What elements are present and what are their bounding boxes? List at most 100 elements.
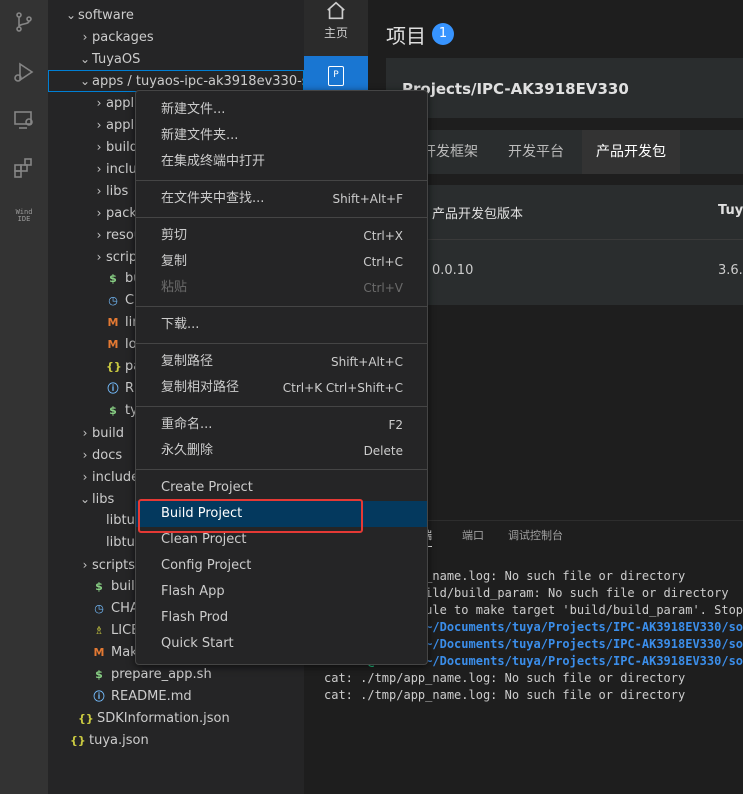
- menu-item[interactable]: 下载...: [136, 312, 427, 338]
- shell-icon: $: [95, 668, 103, 681]
- menu-item[interactable]: Flash App: [136, 579, 427, 605]
- chevron-right-icon[interactable]: ›: [78, 422, 92, 444]
- chevron-right-icon[interactable]: ›: [92, 136, 106, 158]
- chevron-down-icon[interactable]: ⌄: [64, 4, 78, 26]
- makefile-icon: M: [107, 338, 119, 351]
- menu-item[interactable]: Create Project: [136, 475, 427, 501]
- explorer-item[interactable]: ⌄ TuyaOS: [48, 48, 304, 70]
- shell-icon: $: [95, 580, 103, 593]
- chevron-right-icon[interactable]: ›: [92, 114, 106, 136]
- menu-item: 粘贴 Ctrl+V: [136, 275, 427, 301]
- tab-framework[interactable]: 开发框架: [422, 130, 478, 174]
- table-cell-version: 0.0.10: [432, 263, 474, 278]
- menu-item-label: 复制: [161, 254, 188, 269]
- chevron-down-icon[interactable]: ⌄: [78, 70, 92, 92]
- menu-item[interactable]: 剪切 Ctrl+X: [136, 223, 427, 249]
- menu-separator: [136, 306, 427, 307]
- menu-item-label: 复制相对路径: [161, 380, 240, 395]
- chevron-down-icon[interactable]: ⌄: [78, 488, 92, 510]
- project-count-badge: 1: [432, 23, 454, 45]
- terminal-line: cat: ./tmp/app_name.log: No such file or…: [324, 671, 686, 685]
- explorer-item-label: docs: [92, 448, 123, 463]
- chevron-right-icon[interactable]: ›: [92, 224, 106, 246]
- explorer-item[interactable]: {} tuya.json: [48, 730, 304, 752]
- explorer-item-label: README.md: [111, 689, 192, 704]
- tab-product-package[interactable]: 产品开发包: [582, 130, 680, 174]
- explorer-item[interactable]: ⌄ software: [48, 4, 304, 26]
- menu-separator: [136, 469, 427, 470]
- chevron-down-icon[interactable]: ⌄: [78, 48, 92, 70]
- menu-item[interactable]: 永久删除 Delete: [136, 438, 427, 464]
- extensions-icon[interactable]: [10, 154, 38, 182]
- menu-item-label: Quick Start: [161, 636, 234, 651]
- terminal-line: cat: ./tmp/app_name.log: No such file or…: [324, 688, 686, 702]
- menu-item[interactable]: 新建文件夹...: [136, 123, 427, 149]
- project-path: Projects/IPC-AK3918EV330: [402, 80, 629, 98]
- menu-item-shortcut: Ctrl+K Ctrl+Shift+C: [282, 381, 403, 395]
- explorer-item-label: packages: [92, 30, 154, 45]
- table-header-version: 产品开发包版本: [432, 207, 524, 222]
- menu-item[interactable]: 重命名... F2: [136, 412, 427, 438]
- menu-item[interactable]: 在文件夹中查找... Shift+Alt+F: [136, 186, 427, 212]
- run-debug-icon[interactable]: [10, 58, 38, 86]
- chevron-right-icon[interactable]: ›: [78, 26, 92, 48]
- explorer-item-label: scripts: [92, 558, 135, 573]
- json-icon: {}: [78, 712, 94, 725]
- chevron-right-icon[interactable]: ›: [78, 444, 92, 466]
- explorer-item-label: TuyaOS: [92, 52, 141, 67]
- terminal-path: :~/Documents/tuya/Projects/IPC-AK3918EV3…: [417, 637, 743, 651]
- menu-item[interactable]: Flash Prod: [136, 605, 427, 631]
- table-header-tuya: Tuya: [718, 203, 743, 218]
- menu-item[interactable]: 复制路径 Shift+Alt+C: [136, 349, 427, 375]
- menu-item-label: 剪切: [161, 228, 188, 243]
- explorer-item-label: software: [78, 8, 134, 23]
- home-button[interactable]: 主页: [304, 0, 368, 48]
- tab-platform[interactable]: 开发平台: [508, 130, 564, 174]
- explorer-item-label: appli: [106, 96, 138, 111]
- menu-item[interactable]: 复制相对路径 Ctrl+K Ctrl+Shift+C: [136, 375, 427, 401]
- activity-bar: Wind IDE: [0, 0, 48, 794]
- chevron-right-icon[interactable]: ›: [92, 158, 106, 180]
- chevron-right-icon[interactable]: ›: [92, 246, 106, 268]
- source-control-icon[interactable]: [10, 8, 38, 36]
- chevron-right-icon[interactable]: ›: [92, 180, 106, 202]
- explorer-item-label: prepare_app.sh: [111, 667, 212, 682]
- explorer-item[interactable]: › packages: [48, 26, 304, 48]
- explorer-item-label: apps / tuyaos-ipc-ak3918ev330-sc...: [92, 74, 304, 89]
- menu-item[interactable]: 新建文件...: [136, 97, 427, 123]
- menu-separator: [136, 406, 427, 407]
- shell-icon: $: [109, 404, 117, 417]
- clock-icon: ◷: [94, 602, 104, 615]
- package-table: 产品开发包版本 Tuya 0.0.10 3.6.0: [386, 185, 743, 305]
- explorer-item-label: appli: [106, 118, 138, 133]
- info-icon: ⓘ: [107, 382, 119, 395]
- menu-item-label: Config Project: [161, 558, 252, 573]
- ports-tab[interactable]: 端口: [462, 527, 484, 543]
- menu-item[interactable]: 在集成终端中打开: [136, 149, 427, 175]
- menu-item[interactable]: Quick Start: [136, 631, 427, 657]
- menu-item-label: 重命名...: [161, 417, 213, 432]
- chevron-right-icon[interactable]: ›: [78, 466, 92, 488]
- chevron-right-icon[interactable]: ›: [92, 202, 106, 224]
- menu-item-shortcut: Ctrl+V: [363, 281, 403, 295]
- menu-separator: [136, 180, 427, 181]
- menu-item-label: Flash App: [161, 584, 225, 599]
- menu-item[interactable]: Config Project: [136, 553, 427, 579]
- menu-item-shortcut: Delete: [363, 444, 403, 458]
- menu-item[interactable]: 复制 Ctrl+C: [136, 249, 427, 275]
- ide-label: IDE: [17, 215, 31, 223]
- menu-item-label: 新建文件夹...: [161, 128, 239, 143]
- explorer-item[interactable]: ⓘ README.md: [48, 686, 304, 708]
- menu-item-label: 复制路径: [161, 354, 214, 369]
- home-icon: [327, 1, 345, 20]
- explorer-item[interactable]: $ prepare_app.sh: [48, 664, 304, 686]
- debug-console-tab[interactable]: 调试控制台: [508, 527, 563, 543]
- explorer-item-label: libs: [106, 184, 129, 199]
- remote-explorer-icon[interactable]: [10, 106, 38, 134]
- table-cell-tuya: 3.6.0: [718, 263, 743, 278]
- explorer-item[interactable]: ⌄apps / tuyaos-ipc-ak3918ev330-sc...: [48, 70, 304, 92]
- wind-ide-icon[interactable]: Wind IDE: [10, 202, 38, 230]
- chevron-right-icon[interactable]: ›: [92, 92, 106, 114]
- explorer-item[interactable]: {} SDKInformation.json: [48, 708, 304, 730]
- chevron-right-icon[interactable]: ›: [78, 554, 92, 576]
